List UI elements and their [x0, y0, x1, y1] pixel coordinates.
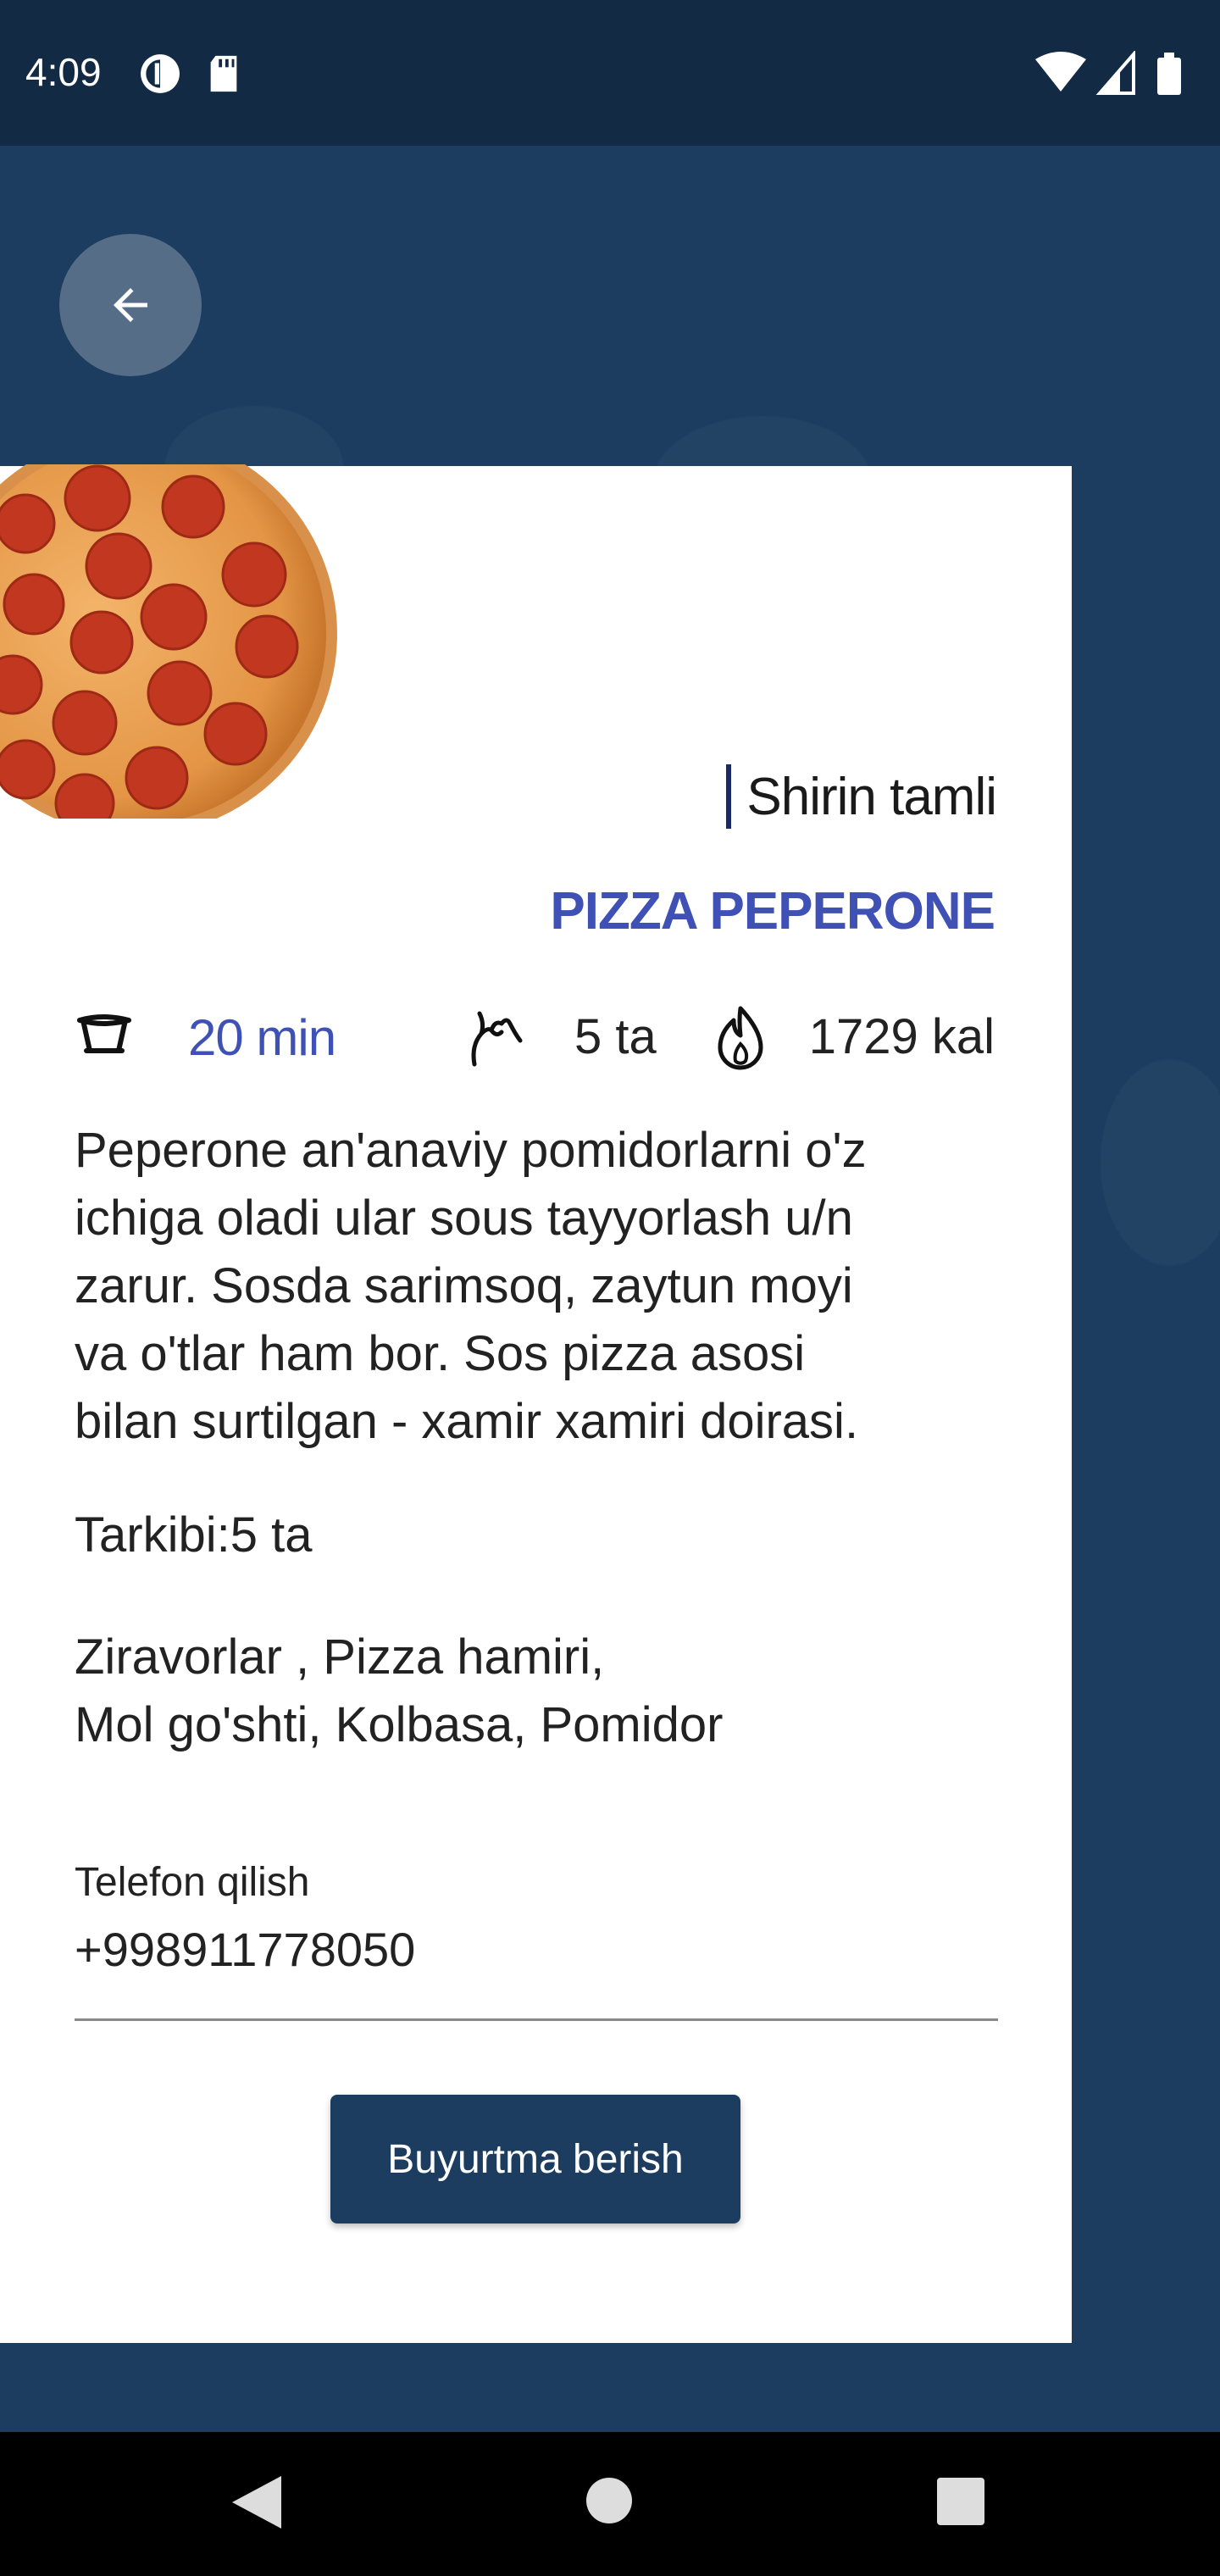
product-description: Peperone an'anaviy pomidorlarni o'z ichi…: [75, 1117, 1006, 1456]
description-line: ichiga oladi ular sous tayyorlash u/n: [75, 1191, 853, 1246]
herb-icon: [471, 1011, 523, 1067]
cook-time: 20 min: [188, 1009, 336, 1066]
nav-back-icon[interactable]: [229, 2473, 285, 2532]
product-title: PIZZA PEPERONE: [550, 882, 995, 941]
battery-icon: [1157, 53, 1181, 95]
ingredients-line: Ziravorlar , Pizza hamiri,: [75, 1629, 605, 1685]
flame-icon: [718, 1006, 763, 1070]
product-subtitle: Shirin tamli: [746, 767, 997, 826]
signal-icon: [1095, 51, 1135, 95]
pizza-image: [0, 464, 337, 819]
ingredients-list: Ziravorlar , Pizza hamiri, Mol go'shti, …: [75, 1624, 922, 1759]
wifi-icon: [1035, 52, 1086, 92]
navigation-bar: [0, 2432, 1220, 2576]
dish-icon: [77, 1014, 131, 1053]
nav-home-icon[interactable]: [586, 2478, 632, 2523]
sd-card-icon: [210, 55, 237, 92]
description-line: va o'tlar ham bor. Sos pizza asosi: [75, 1326, 806, 1381]
status-indicators: [1035, 51, 1181, 95]
nav-recent-apps-icon[interactable]: [937, 2478, 984, 2525]
subtitle-accent-bar: [726, 764, 732, 829]
arrow-left-icon: [114, 288, 147, 322]
status-time: 4:09: [25, 50, 102, 94]
data-saver-icon: [141, 54, 180, 93]
phone-field[interactable]: +998911778050: [75, 1922, 415, 1977]
phone-underline: [75, 2018, 998, 2021]
description-line: Peperone an'anaviy pomidorlarni o'z: [75, 1123, 867, 1178]
description-line: bilan surtilgan - xamir xamiri doirasi.: [75, 1394, 859, 1449]
back-button[interactable]: [59, 234, 202, 376]
calories: 1729 kal: [808, 1009, 995, 1064]
subtitle-group: Shirin tamli: [726, 764, 997, 829]
stats-row: 20 min 5 ta 1729 kal: [0, 1000, 1072, 1076]
order-button[interactable]: Buyurtma berish: [330, 2095, 740, 2223]
ingredient-count: Tarkibi:5 ta: [75, 1507, 313, 1563]
status-bar: 4:09: [0, 0, 1220, 146]
ingredient-quantity: 5 ta: [574, 1009, 657, 1064]
description-line: zarur. Sosda sarimsoq, zaytun moyi: [75, 1258, 853, 1313]
phone-label: Telefon qilish: [75, 1860, 310, 1905]
ingredients-line: Mol go'shti, Kolbasa, Pomidor: [75, 1697, 724, 1752]
